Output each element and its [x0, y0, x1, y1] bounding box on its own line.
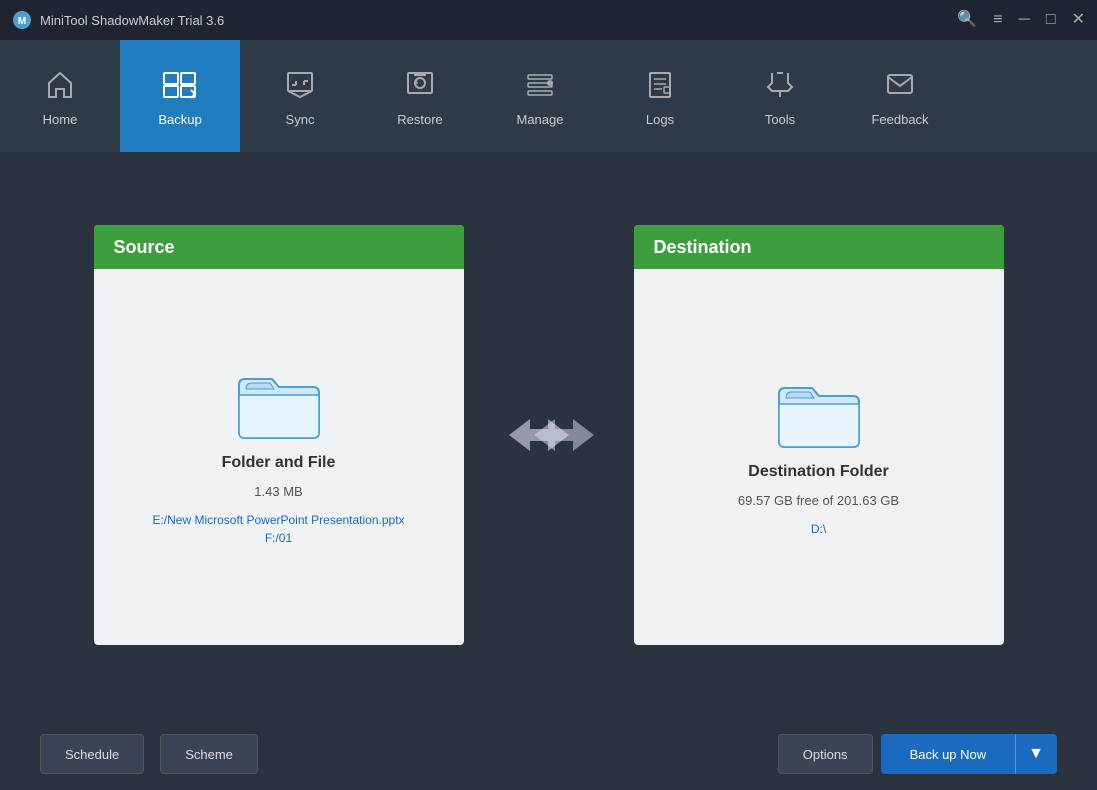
sync-icon [284, 69, 316, 106]
restore-icon [404, 69, 436, 106]
nav-label-manage: Manage [517, 112, 564, 127]
nav-item-manage[interactable]: Manage [480, 40, 600, 152]
titlebar: M MiniTool ShadowMaker Trial 3.6 🔍 ≡ ─ □… [0, 0, 1097, 40]
nav-item-tools[interactable]: Tools [720, 40, 840, 152]
backup-area: Source Folder and File 1.43 MB E:/New Mi… [40, 225, 1057, 645]
home-icon [44, 69, 76, 106]
nav-item-restore[interactable]: Restore [360, 40, 480, 152]
options-button[interactable]: Options [778, 734, 873, 774]
source-card-path: E:/New Microsoft PowerPoint Presentation… [152, 511, 404, 547]
nav-label-tools: Tools [765, 112, 795, 127]
nav-label-logs: Logs [646, 112, 674, 127]
main-content: Source Folder and File 1.43 MB E:/New Mi… [0, 152, 1097, 718]
nav-item-sync[interactable]: Sync [240, 40, 360, 152]
destination-header: Destination [634, 225, 1004, 269]
search-icon[interactable]: 🔍 [957, 12, 977, 28]
scheme-button[interactable]: Scheme [160, 734, 258, 774]
logs-icon [644, 69, 676, 106]
svg-text:M: M [18, 16, 26, 27]
app-logo: M [12, 10, 32, 30]
bottombar-left: Schedule Scheme [40, 734, 258, 774]
navbar: Home Backup Sync [0, 40, 1097, 152]
titlebar-left: M MiniTool ShadowMaker Trial 3.6 [12, 10, 224, 30]
destination-card-path: D:\ [811, 520, 826, 538]
destination-free-space: 69.57 GB free of 201.63 GB [738, 493, 899, 508]
destination-card-title: Destination Folder [748, 463, 888, 481]
arrows [504, 413, 594, 457]
manage-icon [524, 69, 556, 106]
bottombar: Schedule Scheme Options Back up Now ▼ [0, 718, 1097, 790]
maximize-icon[interactable]: □ [1046, 12, 1056, 28]
source-title: Source [114, 237, 175, 258]
feedback-icon [884, 69, 916, 106]
menu-icon[interactable]: ≡ [993, 12, 1002, 28]
backup-now-dropdown-button[interactable]: ▼ [1015, 734, 1057, 774]
minimize-icon[interactable]: ─ [1019, 12, 1030, 28]
tools-icon [764, 69, 796, 106]
source-card-size: 1.43 MB [254, 484, 302, 499]
nav-item-feedback[interactable]: Feedback [840, 40, 960, 152]
destination-title: Destination [654, 237, 752, 258]
nav-label-feedback: Feedback [871, 112, 928, 127]
destination-card[interactable]: Destination Destination Folder 69.57 GB … [634, 225, 1004, 645]
nav-label-backup: Backup [158, 112, 201, 127]
nav-label-home: Home [43, 112, 78, 127]
close-icon[interactable]: ✕ [1072, 12, 1085, 28]
source-body[interactable]: Folder and File 1.43 MB E:/New Microsoft… [94, 269, 464, 645]
backup-now-button[interactable]: Back up Now [881, 734, 1016, 774]
schedule-button[interactable]: Schedule [40, 734, 144, 774]
source-card[interactable]: Source Folder and File 1.43 MB E:/New Mi… [94, 225, 464, 645]
nav-label-sync: Sync [286, 112, 315, 127]
nav-item-home[interactable]: Home [0, 40, 120, 152]
window-controls: 🔍 ≡ ─ □ ✕ [957, 12, 1085, 28]
app-title: MiniTool ShadowMaker Trial 3.6 [40, 13, 224, 28]
nav-item-backup[interactable]: Backup [120, 40, 240, 152]
destination-body[interactable]: Destination Folder 69.57 GB free of 201.… [634, 269, 1004, 645]
nav-label-restore: Restore [397, 112, 443, 127]
destination-folder-icon [774, 376, 864, 451]
backup-icon [162, 69, 198, 106]
source-card-title: Folder and File [222, 454, 336, 472]
source-header: Source [94, 225, 464, 269]
bottombar-right: Options Back up Now ▼ [778, 734, 1057, 774]
source-folder-icon [234, 367, 324, 442]
nav-item-logs[interactable]: Logs [600, 40, 720, 152]
